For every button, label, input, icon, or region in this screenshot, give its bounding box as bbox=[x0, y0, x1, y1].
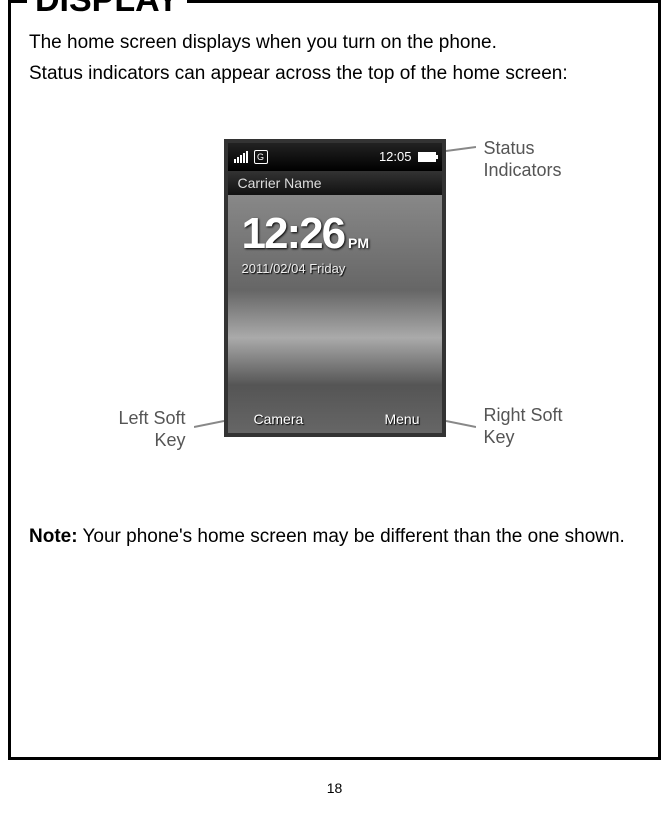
note-text: Note: Your phone's home screen may be di… bbox=[29, 522, 640, 551]
status-bar: G 12:05 bbox=[228, 143, 442, 171]
figure: Left Soft Key G 12:05 bbox=[29, 139, 640, 452]
connector-line-left bbox=[194, 139, 224, 439]
phone-screen: G 12:05 Carrier Name 12:26 PM 2011/02/04… bbox=[224, 139, 446, 437]
carrier-name: Carrier Name bbox=[228, 171, 442, 195]
right-soft-key-label: Right Soft Key bbox=[484, 404, 596, 449]
connector-lines-right bbox=[446, 139, 476, 439]
wallpaper: 12:26 PM 2011/02/04 Friday Camera Menu bbox=[228, 195, 442, 433]
soft-key-right: Menu bbox=[384, 411, 419, 427]
battery-icon bbox=[418, 152, 436, 162]
signal-icon bbox=[234, 151, 248, 163]
intro-line-1: The home screen displays when you turn o… bbox=[29, 28, 640, 57]
clock-ampm: PM bbox=[348, 235, 369, 251]
data-icon: G bbox=[254, 150, 268, 164]
date-line: 2011/02/04 Friday bbox=[242, 261, 432, 276]
page-number: 18 bbox=[0, 780, 669, 796]
page-title: DISPLAY bbox=[27, 0, 187, 20]
status-indicators-label: Status Indicators bbox=[484, 137, 596, 182]
clock-time: 12:26 bbox=[242, 209, 345, 259]
left-soft-key-label: Left Soft Key bbox=[74, 407, 186, 452]
status-time: 12:05 bbox=[379, 149, 412, 164]
soft-key-left: Camera bbox=[254, 411, 304, 427]
intro-line-2: Status indicators can appear across the … bbox=[29, 59, 640, 88]
